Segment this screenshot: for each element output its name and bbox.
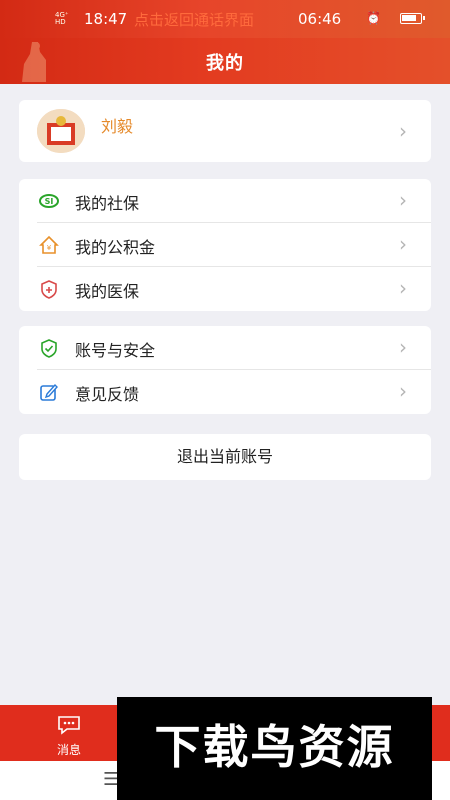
signal-indicator: 4G⁺ HD [55,11,69,26]
chevron-right-icon: › [399,119,407,143]
alarm-icon: ⏰ [366,11,381,25]
call-duration: 06:46 [298,10,342,28]
chevron-right-icon: › [399,379,407,403]
watermark: 下载鸟资源 [117,697,432,800]
insurance-menu-group: SI 我的社保 › ¥ 我的公积金 › 我的医保 › [19,179,431,311]
logout-button[interactable]: 退出当前账号 [19,434,431,480]
chevron-right-icon: › [399,276,407,300]
user-name: 刘毅 [101,117,134,136]
medical-insurance-icon [41,280,57,299]
shield-check-icon [41,339,57,358]
social-insurance-icon: SI [39,194,59,208]
tab-messages[interactable]: 消息 [45,715,93,758]
avatar [37,109,85,153]
edit-icon [40,383,58,401]
menu-item-label: 我的公积金 [75,238,156,257]
house-fund-icon: ¥ [39,235,59,254]
chat-bubble-icon [58,716,80,735]
page-title: 我的 [206,53,244,74]
menu-item-label: 意见反馈 [75,385,140,404]
tab-messages-label: 消息 [56,743,81,757]
menu-item-housing-fund[interactable]: ¥ 我的公积金 › [19,223,431,267]
svg-text:¥: ¥ [47,244,52,252]
menu-item-account-security[interactable]: 账号与安全 › [19,326,431,370]
menu-item-label: 我的医保 [75,282,140,301]
menu-item-medical-insurance[interactable]: 我的医保 › [19,267,431,311]
chevron-right-icon: › [399,335,407,359]
menu-item-feedback[interactable]: 意见反馈 › [19,370,431,414]
status-time: 18:47 [84,10,128,28]
header-bar: 我的 [0,38,450,84]
logout-card: 退出当前账号 [19,434,431,480]
return-to-call-banner[interactable]: 点击返回通话界面 [130,9,258,31]
chevron-right-icon: › [399,188,407,212]
menu-item-label: 账号与安全 [75,341,156,360]
status-bar: 4G⁺ HD 18:47 点击返回通话界面 06:46 ⏰ [0,0,450,38]
profile-card[interactable]: 刘毅 › [19,100,431,162]
menu-item-social-insurance[interactable]: SI 我的社保 › [19,179,431,223]
svg-text:SI: SI [45,197,54,206]
account-menu-group: 账号与安全 › 意见反馈 › [19,326,431,414]
menu-item-label: 我的社保 [75,194,140,213]
chevron-right-icon: › [399,232,407,256]
battery-icon [400,13,425,24]
